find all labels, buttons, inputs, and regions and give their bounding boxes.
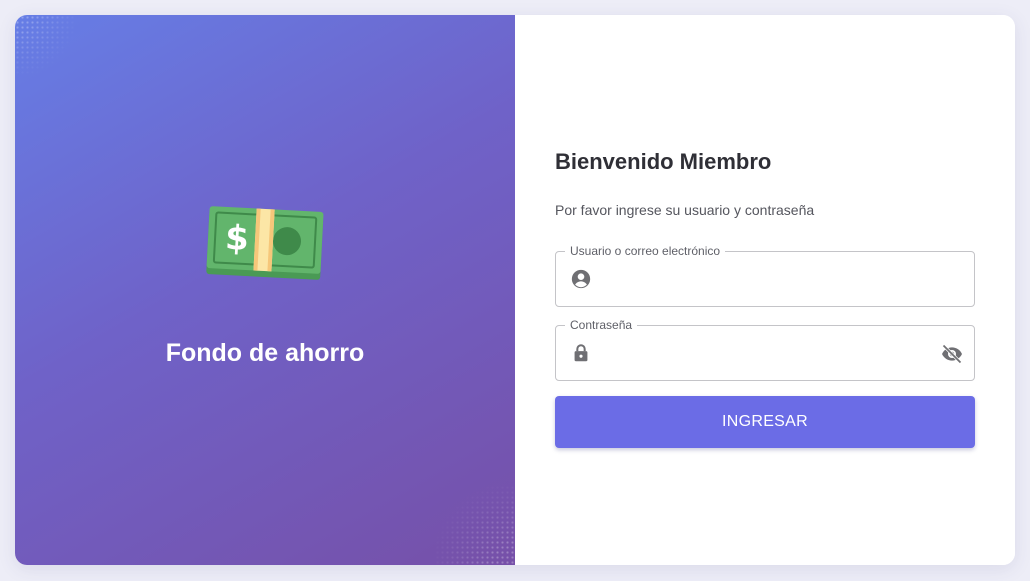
- brand-panel: $ Fondo de ahorro: [15, 15, 515, 565]
- eye-off-icon[interactable]: [940, 342, 964, 366]
- password-input[interactable]: [602, 326, 932, 380]
- lock-icon: [574, 344, 588, 362]
- login-panel: Bienvenido Miembro Por favor ingrese su …: [515, 15, 1015, 565]
- dot-pattern-bottom-right: [435, 485, 515, 565]
- username-field[interactable]: Usuario o correo electrónico: [555, 244, 975, 307]
- login-card: $ Fondo de ahorro Bienvenido Miembro Por…: [15, 15, 1015, 565]
- brand-title: Fondo de ahorro: [165, 339, 365, 367]
- dot-pattern-top-left: [15, 15, 75, 75]
- svg-text:$: $: [224, 218, 250, 259]
- money-bill-icon: $: [206, 206, 324, 280]
- account-circle-icon: [571, 269, 591, 289]
- login-subtitle: Por favor ingrese su usuario y contraseñ…: [555, 202, 815, 218]
- welcome-heading: Bienvenido Miembro: [555, 149, 772, 174]
- username-input[interactable]: [602, 252, 932, 306]
- login-button[interactable]: INGRESAR: [555, 396, 975, 448]
- password-field[interactable]: Contraseña: [555, 318, 975, 381]
